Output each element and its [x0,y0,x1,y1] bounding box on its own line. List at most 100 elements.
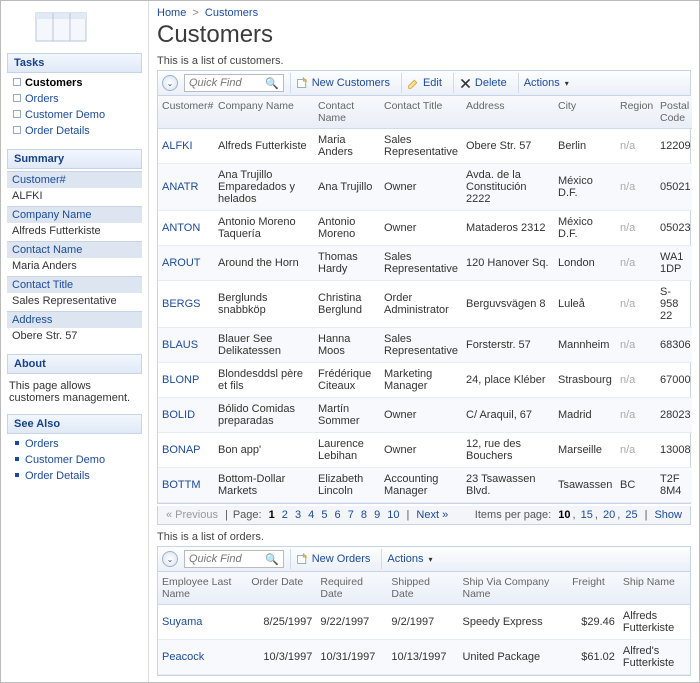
breadcrumb-home[interactable]: Home [157,7,186,19]
column-header[interactable]: City [554,96,616,129]
delete-button[interactable]: Delete [453,73,512,93]
quickfind-orders-input[interactable] [187,553,263,565]
pager-page[interactable]: 5 [319,509,329,521]
about-panel-title: About [7,354,142,374]
column-header[interactable]: Company Name [214,96,314,129]
quickfind-orders: 🔍 [184,550,284,568]
pager-page[interactable]: 4 [306,509,316,521]
customers-toolbar: ⌄ 🔍 New Customers Edit Delete Actions ▾ [157,70,691,96]
table-row[interactable]: BOTTMBottom-Dollar MarketsElizabeth Linc… [158,468,692,503]
pager-page[interactable]: 6 [333,509,343,521]
table-row[interactable]: BLAUSBlauer See DelikatessenHanna MoosSa… [158,328,692,363]
pager-page[interactable]: 2 [280,509,290,521]
customers-pager: « Previous | Page: 1 2 3 4 5 6 7 8 9 10 … [157,506,691,525]
column-header[interactable]: Shipped Date [387,572,458,605]
pager-page[interactable]: 10 [385,509,401,521]
customers-grid: Customer#Company NameContact NameContact… [157,96,691,504]
orders-toolbar: ⌄ 🔍 New Orders Actions ▾ [157,546,691,572]
table-row[interactable]: ANTONAntonio Moreno TaqueríaAntonio More… [158,211,692,246]
column-header[interactable]: Contact Name [314,96,380,129]
column-header[interactable]: Contact Title [380,96,462,129]
summary-value: Obere Str. 57 [7,328,142,346]
new-icon [296,553,309,566]
sidebar-task-item[interactable]: Order Details [7,123,142,139]
customers-desc: This is a list of customers. [157,55,691,67]
new-orders-button[interactable]: New Orders [290,549,376,569]
view-options-icon[interactable]: ⌄ [162,75,178,91]
column-header[interactable]: Customer# [158,96,214,129]
orders-actions-dropdown[interactable]: Actions ▾ [381,549,437,569]
summary-value: Alfreds Futterkiste [7,223,142,241]
box-icon [13,126,21,134]
sidebar-task-item[interactable]: Customers [7,75,142,91]
pager-page[interactable]: 7 [346,509,356,521]
actions-dropdown[interactable]: Actions ▾ [518,73,574,93]
bullet-icon [15,473,19,477]
pager-show[interactable]: Show [652,509,684,521]
chevron-down-icon: ▾ [428,555,432,564]
edit-button[interactable]: Edit [401,73,447,93]
bullet-icon [15,441,19,445]
new-icon [296,77,309,90]
table-row[interactable]: BLONPBlondesddsl père et filsFrédérique … [158,363,692,398]
summary-label: Company Name [7,206,142,223]
tasks-panel-title: Tasks [7,53,142,73]
pager-page[interactable]: 8 [359,509,369,521]
column-header[interactable]: Ship Name [619,572,690,605]
column-header[interactable]: Order Date [247,572,316,605]
pager-page[interactable]: 1 [267,509,277,521]
chevron-down-icon: ▾ [565,79,569,88]
search-icon[interactable]: 🔍 [263,77,281,90]
search-icon[interactable]: 🔍 [263,553,281,566]
ipp-label: Items per page: [475,509,551,521]
column-header[interactable]: Ship Via Company Name [458,572,568,605]
pager-page[interactable]: 3 [293,509,303,521]
pager-next[interactable]: Next » [414,509,450,521]
pager-prev[interactable]: « Previous [164,509,220,521]
table-row[interactable]: BOLIDBólido Comidas preparadasMartín Som… [158,398,692,433]
summary-value: Maria Anders [7,258,142,276]
table-row[interactable]: ANATRAna Trujillo Emparedados y heladosA… [158,164,692,211]
table-row[interactable]: Suyama8/25/19979/22/19979/2/1997Speedy E… [158,605,690,640]
summary-value: Sales Representative [7,293,142,311]
summary-panel-title: Summary [7,149,142,169]
box-icon [13,78,21,86]
ipp-option[interactable]: 25 [623,509,639,521]
ipp-option[interactable]: 15 [579,509,595,521]
table-row[interactable]: AROUTAround the HornThomas HardySales Re… [158,246,692,281]
orders-desc: This is a list of orders. [157,531,691,543]
bullet-icon [15,457,19,461]
summary-label: Customer# [7,171,142,188]
column-header[interactable]: Address [462,96,554,129]
seealso-item[interactable]: Order Details [7,468,142,484]
table-row[interactable]: Peacock10/3/199710/31/199710/13/1997Unit… [158,640,690,675]
seealso-item[interactable]: Customer Demo [7,452,142,468]
about-text: This page allows customers management. [7,376,142,414]
pager-page[interactable]: 9 [372,509,382,521]
app-logo-icon [35,7,87,47]
column-header[interactable]: Required Date [316,572,387,605]
table-row[interactable]: BERGSBerglunds snabbköpChristina Berglun… [158,281,692,328]
table-row[interactable]: BONAPBon app'Laurence LebihanOwner12, ru… [158,433,692,468]
ipp-option[interactable]: 20 [601,509,617,521]
quickfind-customers: 🔍 [184,74,284,92]
sidebar-task-item[interactable]: Orders [7,91,142,107]
column-header[interactable]: Region [616,96,656,129]
seealso-item[interactable]: Orders [7,436,142,452]
column-header[interactable]: Postal Code [656,96,692,129]
summary-label: Contact Title [7,276,142,293]
breadcrumb: Home > Customers [157,5,691,21]
ipp-option[interactable]: 10 [556,509,572,521]
sidebar-task-item[interactable]: Customer Demo [7,107,142,123]
box-icon [13,110,21,118]
view-options-icon[interactable]: ⌄ [162,551,178,567]
summary-value: ALFKI [7,188,142,206]
breadcrumb-current[interactable]: Customers [205,7,258,19]
column-header[interactable]: Employee Last Name [158,572,247,605]
new-customers-button[interactable]: New Customers [290,73,395,93]
column-header[interactable]: Freight [568,572,619,605]
quickfind-customers-input[interactable] [187,77,263,89]
page-title: Customers [157,21,691,49]
orders-grid: Employee Last NameOrder DateRequired Dat… [157,572,691,676]
table-row[interactable]: ALFKIAlfreds FutterkisteMaria AndersSale… [158,129,692,164]
